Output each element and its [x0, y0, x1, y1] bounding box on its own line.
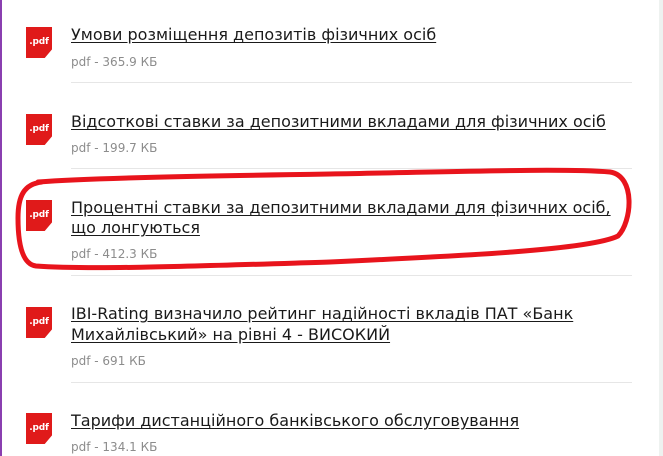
divider — [71, 168, 632, 169]
pdf-file-icon[interactable]: .pdf — [26, 413, 52, 444]
document-list: .pdf Умови розміщення депозитів фізичних… — [0, 0, 663, 456]
document-link-line-2[interactable]: що лонгуються — [71, 217, 200, 239]
document-meta: pdf - 199.7 КБ — [71, 141, 158, 155]
divider — [71, 82, 632, 83]
divider — [71, 382, 632, 383]
document-link[interactable]: IBI-Rating визначило рейтинг надійності … — [71, 303, 573, 325]
document-link[interactable]: Тарифи дистанційного банківського обслуг… — [71, 410, 519, 432]
document-link[interactable]: Відсоткові ставки за депозитними вкладам… — [71, 111, 606, 133]
document-link[interactable]: Умови розміщення депозитів фізичних осіб — [71, 24, 436, 46]
document-link-line-2[interactable]: Михайлівський» на рівні 4 - ВИСОКИЙ — [71, 324, 390, 346]
document-meta: pdf - 691 КБ — [71, 354, 146, 368]
document-link[interactable]: Процентні ставки за депозитними вкладами… — [71, 197, 611, 219]
divider — [71, 275, 632, 276]
document-meta: pdf - 365.9 КБ — [71, 55, 158, 69]
pdf-file-icon[interactable]: .pdf — [26, 200, 52, 231]
pdf-file-icon[interactable]: .pdf — [26, 114, 52, 145]
pdf-file-icon[interactable]: .pdf — [26, 307, 52, 338]
pdf-file-icon[interactable]: .pdf — [26, 27, 52, 58]
document-meta: pdf - 412.3 КБ — [71, 247, 158, 261]
document-meta: pdf - 134.1 КБ — [71, 440, 158, 454]
